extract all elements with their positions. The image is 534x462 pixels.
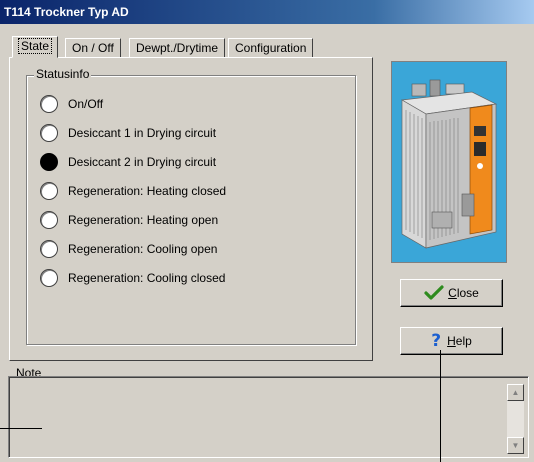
- window-title: T114 Trockner Typ AD: [4, 5, 129, 19]
- close-button-accel: C: [448, 286, 457, 300]
- status-indicator: [40, 95, 58, 113]
- status-item-label: Desiccant 1 in Drying circuit: [68, 126, 217, 140]
- status-indicator: [40, 124, 58, 142]
- help-button-accel: H: [447, 334, 456, 348]
- status-item-cooling-closed: Regeneration: Cooling closed: [40, 266, 225, 290]
- tab-state[interactable]: State: [12, 36, 59, 58]
- status-item-heating-closed: Regeneration: Heating closed: [40, 179, 226, 203]
- status-item-label: Regeneration: Heating open: [68, 213, 219, 227]
- scroll-down-button[interactable]: ▼: [507, 437, 524, 454]
- tab-on-off[interactable]: On / Off: [65, 38, 121, 58]
- tab-on-off-label: On / Off: [72, 41, 114, 55]
- note-scrollbar[interactable]: ▲ ▼: [507, 384, 524, 454]
- status-indicator: [40, 182, 58, 200]
- tab-dewpt-drytime-label: Dewpt./Drytime: [136, 41, 219, 55]
- status-item-heating-open: Regeneration: Heating open: [40, 208, 218, 232]
- window-title-bar[interactable]: T114 Trockner Typ AD: [0, 0, 534, 24]
- status-item-label: Desiccant 2 in Drying circuit: [68, 155, 217, 169]
- status-item-desiccant-2: Desiccant 2 in Drying circuit: [40, 150, 216, 174]
- status-item-on-off: On/Off: [40, 92, 103, 116]
- tab-dewpt-drytime[interactable]: Dewpt./Drytime: [129, 38, 226, 58]
- arrow-up-icon: ▲: [511, 388, 520, 397]
- callout-line-help: [440, 350, 441, 462]
- close-button[interactable]: Close: [400, 279, 503, 307]
- status-indicator: [40, 269, 58, 287]
- status-indicator: [40, 211, 58, 229]
- close-button-label: lose: [456, 286, 479, 300]
- dryer-image: [391, 61, 507, 263]
- question-mark-icon: ?: [431, 331, 442, 351]
- dryer-unit-icon: [392, 62, 506, 262]
- status-indicator-active: [40, 153, 58, 171]
- tab-state-label: State: [17, 38, 53, 54]
- status-item-label: Regeneration: Cooling closed: [68, 271, 226, 285]
- status-item-cooling-open: Regeneration: Cooling open: [40, 237, 217, 261]
- help-button[interactable]: ? Help: [400, 327, 503, 355]
- help-button-label: elp: [455, 334, 472, 348]
- status-item-label: On/Off: [68, 97, 104, 111]
- tab-configuration-label: Configuration: [235, 41, 307, 55]
- status-item-desiccant-1: Desiccant 1 in Drying circuit: [40, 121, 216, 145]
- tab-configuration[interactable]: Configuration: [228, 38, 314, 58]
- note-textarea[interactable]: [8, 376, 529, 458]
- status-indicator: [40, 240, 58, 258]
- callout-line-left: [0, 428, 42, 429]
- status-item-label: Regeneration: Cooling open: [68, 242, 218, 256]
- scroll-up-button[interactable]: ▲: [507, 384, 524, 401]
- status-item-label: Regeneration: Heating closed: [68, 184, 227, 198]
- arrow-down-icon: ▼: [511, 441, 520, 450]
- checkmark-icon: [424, 285, 444, 300]
- statusinfo-group-label: Statusinfo: [34, 67, 92, 81]
